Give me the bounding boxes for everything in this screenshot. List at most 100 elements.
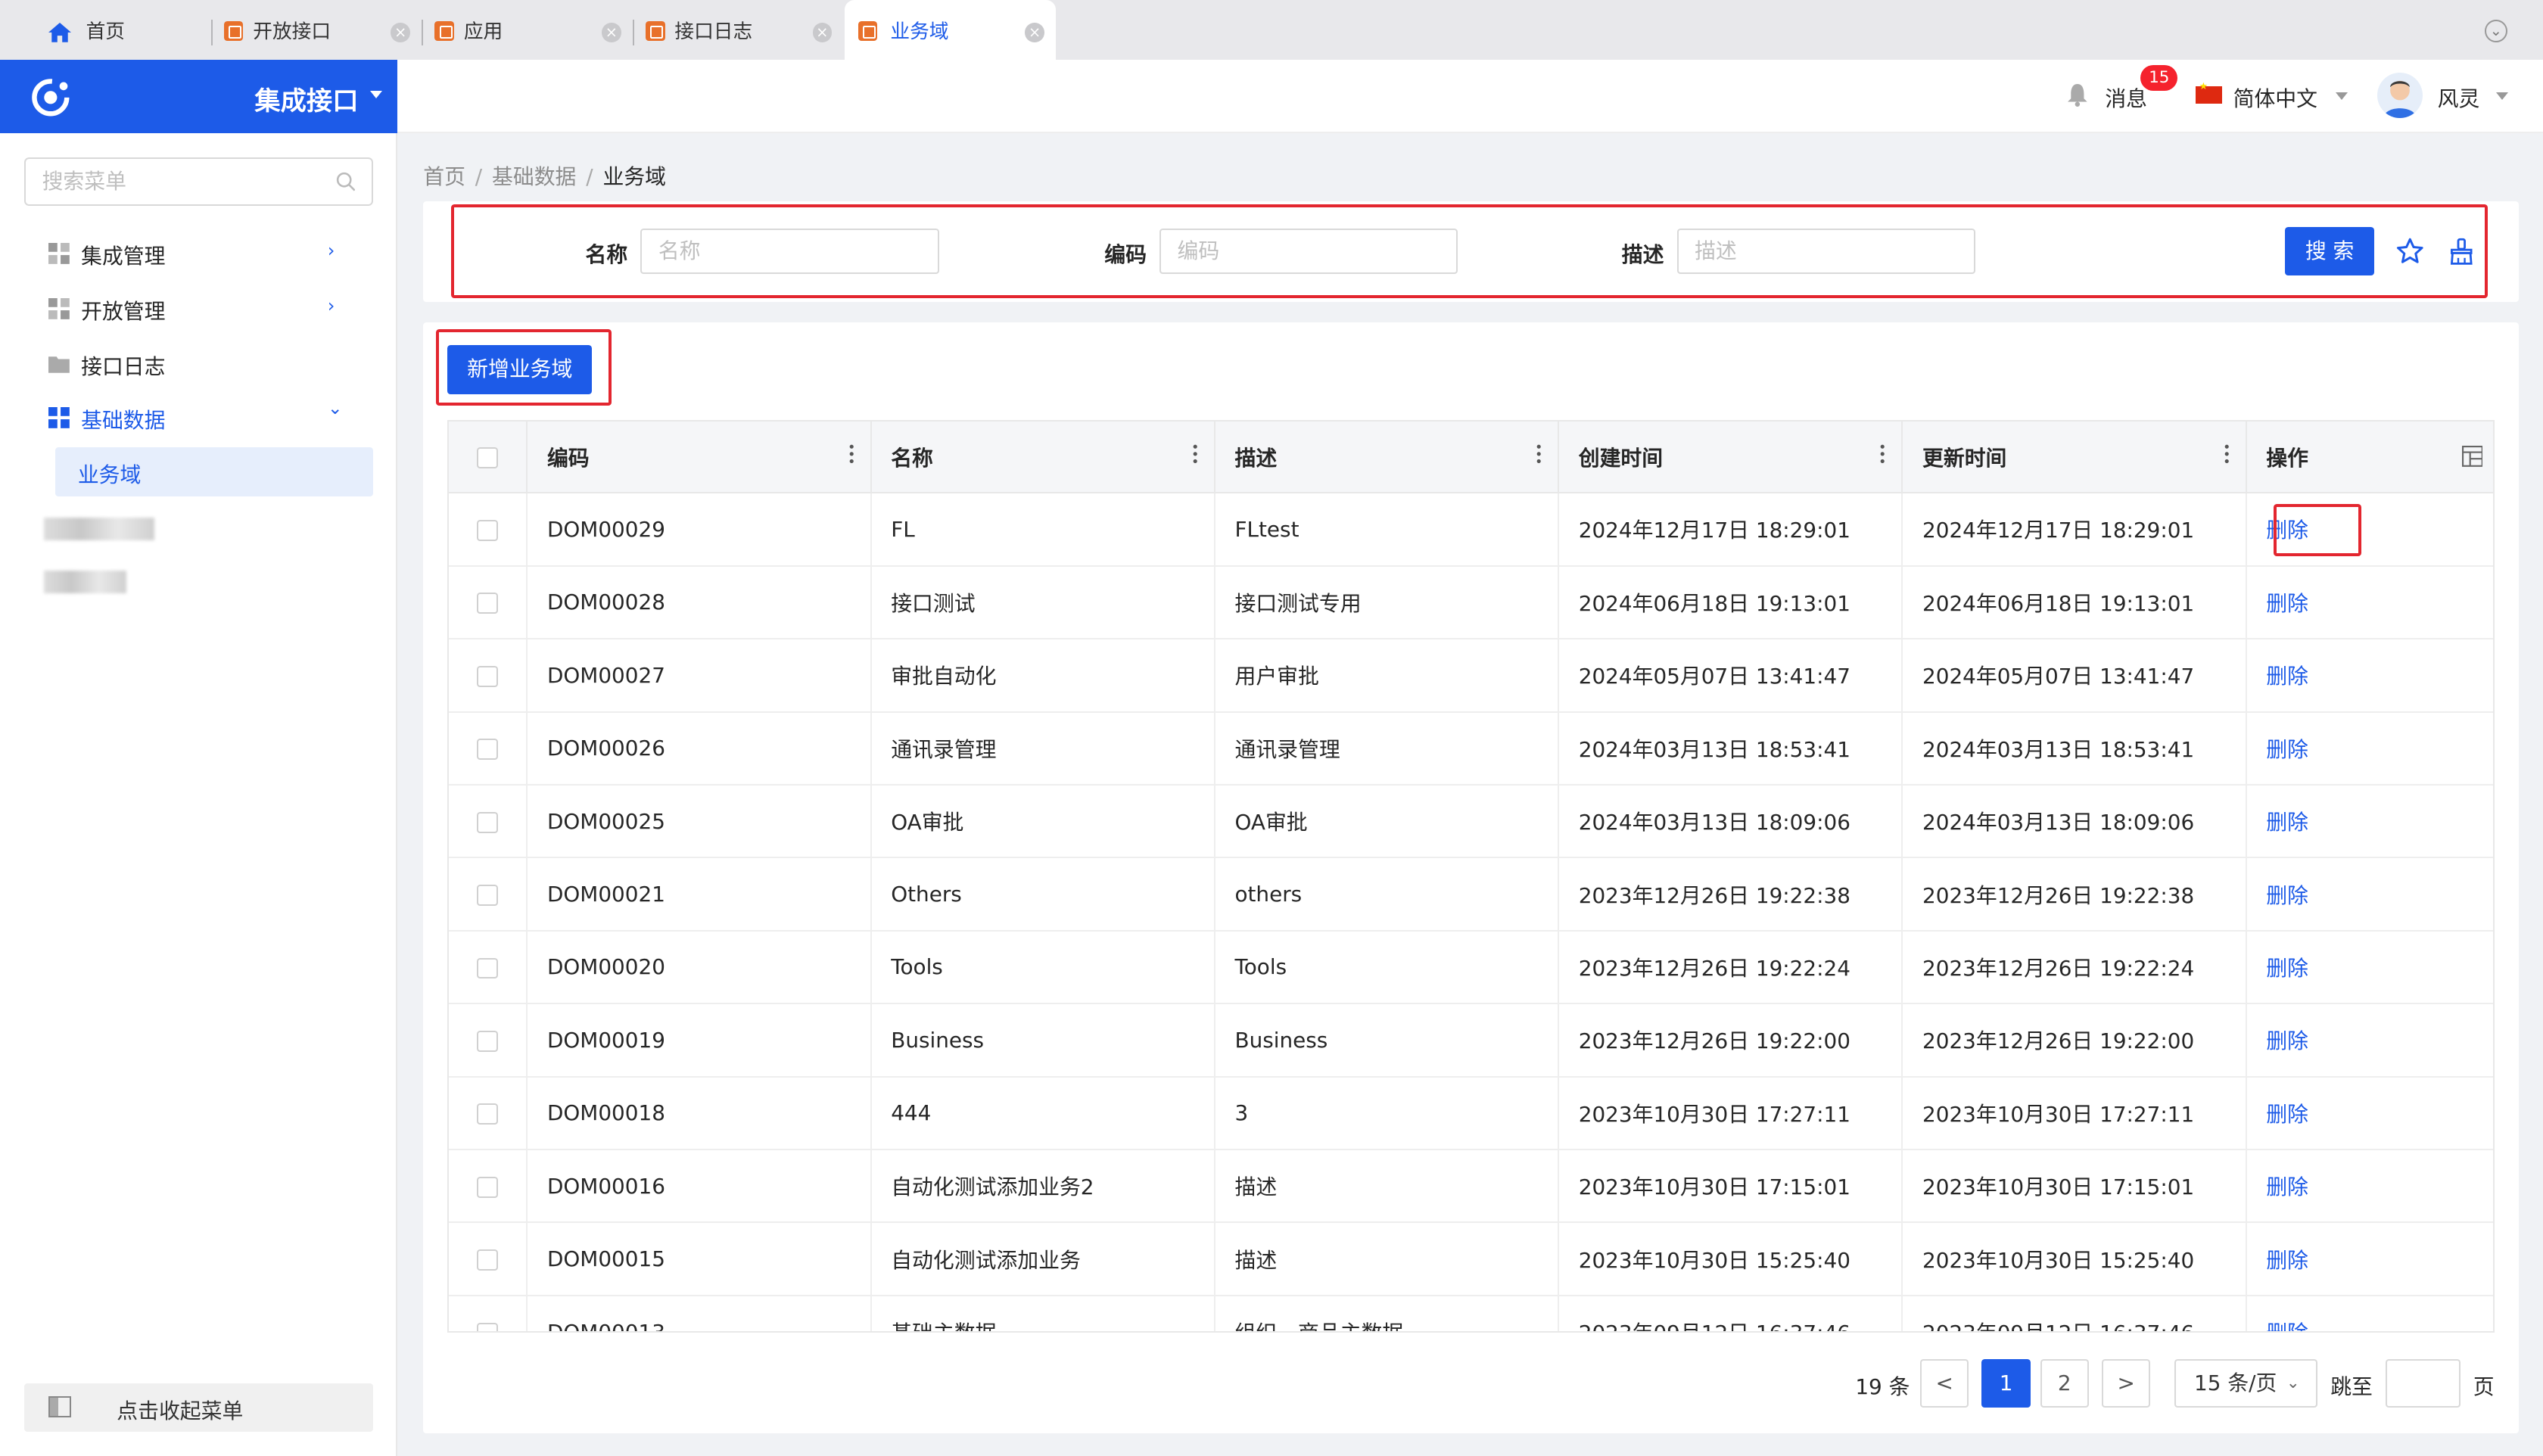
delete-link[interactable]: 删除: [2266, 810, 2308, 835]
cell-desc: 通讯录管理: [1214, 711, 1560, 786]
column-header-desc[interactable]: 描述: [1214, 421, 1560, 494]
filter-code-input[interactable]: 编码: [1159, 229, 1458, 275]
chevron-down-icon: ⌄: [2286, 1373, 2300, 1392]
delete-link[interactable]: 删除: [2266, 883, 2308, 908]
sidebar-subitem-business-domain[interactable]: 业务域: [54, 447, 373, 496]
row-checkbox[interactable]: [449, 1076, 528, 1151]
avatar[interactable]: [2377, 73, 2423, 119]
column-settings-icon[interactable]: [2461, 446, 2483, 467]
add-business-domain-button[interactable]: 新增业务域: [447, 345, 593, 394]
language-selector[interactable]: 简体中文: [2233, 82, 2317, 113]
delete-link[interactable]: 删除: [2266, 664, 2308, 689]
row-checkbox[interactable]: [449, 784, 528, 859]
delete-link[interactable]: 删除: [2266, 737, 2308, 762]
cell-updated: 2024年06月18日 19:13:01: [1902, 565, 2247, 640]
grid-icon: [48, 243, 70, 265]
column-header-action: 操作: [2246, 421, 2493, 494]
close-icon[interactable]: ×: [1025, 22, 1044, 42]
star-icon[interactable]: [2395, 237, 2425, 266]
breadcrumb-base-data[interactable]: 基础数据: [492, 164, 576, 189]
more-vertical-icon[interactable]: [1536, 444, 1541, 464]
browser-tab-open-api[interactable]: 开放接口 ×: [210, 0, 422, 60]
page-unit-label: 页: [2473, 1374, 2495, 1399]
row-checkbox[interactable]: [449, 493, 528, 567]
row-checkbox[interactable]: [449, 857, 528, 932]
pagination-prev-button[interactable]: <: [1920, 1358, 1969, 1408]
cell-action: 删除: [2246, 565, 2493, 640]
delete-link[interactable]: 删除: [2266, 1321, 2308, 1331]
sidebar-item-integration[interactable]: 集成管理 ›: [0, 226, 397, 281]
select-all-checkbox[interactable]: [449, 421, 528, 494]
column-header-code[interactable]: 编码: [527, 421, 872, 494]
pagination-page-2[interactable]: 2: [2040, 1358, 2089, 1408]
sidebar-item-base-data[interactable]: 基础数据 ⌄: [0, 389, 397, 444]
delete-link[interactable]: 删除: [2266, 1174, 2308, 1199]
cell-name: FL: [870, 493, 1215, 567]
filter-desc-placeholder: 描述: [1695, 238, 1737, 264]
page-size-select[interactable]: 15 条/页 ⌄: [2174, 1358, 2318, 1408]
table-row: DOM00027 审批自动化 用户审批 2024年05月07日 13:41:47 202…: [449, 639, 2493, 713]
delete-link[interactable]: 删除: [2266, 1248, 2308, 1273]
brand-title: 集成接口: [254, 86, 359, 117]
row-checkbox[interactable]: [449, 1222, 528, 1296]
browser-tab-label: 业务域: [890, 20, 949, 44]
row-checkbox[interactable]: [449, 1003, 528, 1078]
delete-link[interactable]: 删除: [2266, 1028, 2308, 1053]
filter-desc-label: 描述: [1621, 241, 1664, 267]
delete-link[interactable]: 删除: [2266, 956, 2308, 981]
blurred-menu-item[interactable]: [43, 571, 127, 594]
cell-created: 2024年06月18日 19:13:01: [1558, 565, 1903, 640]
cell-desc: Tools: [1214, 930, 1560, 1005]
search-icon: [336, 172, 356, 191]
column-header-label: 名称: [891, 445, 933, 471]
menu-search-input[interactable]: 搜索菜单: [24, 157, 373, 207]
cell-created: 2023年10月30日 17:15:01: [1558, 1150, 1903, 1224]
blurred-menu-item[interactable]: [43, 517, 154, 540]
cell-updated: 2024年03月13日 18:53:41: [1902, 711, 2247, 786]
sidebar-item-api-log[interactable]: 接口日志: [0, 336, 397, 391]
browser-tab-apps[interactable]: 应用 ×: [422, 0, 633, 60]
sidebar-item-open[interactable]: 开放管理 ›: [0, 281, 397, 336]
pagination-next-button[interactable]: >: [2102, 1358, 2151, 1408]
pagination-page-1[interactable]: 1: [1981, 1358, 2031, 1408]
delete-link[interactable]: 删除: [2266, 1102, 2308, 1127]
column-header-updated[interactable]: 更新时间: [1902, 421, 2247, 494]
column-header-name[interactable]: 名称: [870, 421, 1215, 494]
tab-list-chevron-icon[interactable]: ⌄: [2484, 19, 2507, 42]
filter-name-input[interactable]: 名称: [640, 229, 939, 275]
china-flag-icon: [2196, 81, 2222, 104]
column-header-created[interactable]: 创建时间: [1558, 421, 1903, 494]
messages-link[interactable]: 消息: [2105, 82, 2147, 113]
cell-code: DOM00026: [527, 711, 872, 786]
bell-icon[interactable]: [2068, 84, 2087, 107]
row-checkbox[interactable]: [449, 639, 528, 713]
more-vertical-icon[interactable]: [849, 444, 854, 464]
user-name[interactable]: 风灵: [2438, 82, 2480, 113]
more-vertical-icon[interactable]: [2224, 444, 2229, 464]
close-icon[interactable]: ×: [812, 22, 833, 42]
more-vertical-icon[interactable]: [1193, 444, 1197, 464]
browser-tab-business-domain[interactable]: 业务域 ×: [845, 0, 1056, 61]
row-checkbox[interactable]: [449, 1295, 528, 1332]
caret-down-icon: [369, 90, 382, 98]
filter-desc-input[interactable]: 描述: [1676, 229, 1975, 275]
more-vertical-icon[interactable]: [1880, 444, 1885, 464]
cell-name: 通讯录管理: [870, 711, 1215, 786]
jump-to-page-input[interactable]: [2386, 1358, 2461, 1408]
row-checkbox[interactable]: [449, 565, 528, 640]
close-icon[interactable]: ×: [601, 22, 621, 42]
browser-tab-label: 首页: [86, 20, 125, 44]
close-icon[interactable]: ×: [391, 22, 411, 42]
browser-tab-api-log[interactable]: 接口日志 ×: [632, 0, 845, 60]
brand-bar[interactable]: 集成接口: [0, 60, 397, 133]
delete-link[interactable]: 删除: [2266, 591, 2308, 616]
row-checkbox[interactable]: [449, 1150, 528, 1224]
clear-brush-icon[interactable]: [2447, 237, 2476, 266]
browser-tab-home[interactable]: 首页: [0, 0, 211, 60]
collapse-menu-button[interactable]: 点击收起菜单: [24, 1383, 373, 1433]
breadcrumb-home[interactable]: 首页: [423, 164, 465, 189]
row-checkbox[interactable]: [449, 930, 528, 1005]
table-header-row: 编码 名称 描述 创建时间 更新时间 操作: [449, 421, 2493, 494]
row-checkbox[interactable]: [449, 711, 528, 786]
search-button[interactable]: 搜 索: [2285, 226, 2375, 276]
